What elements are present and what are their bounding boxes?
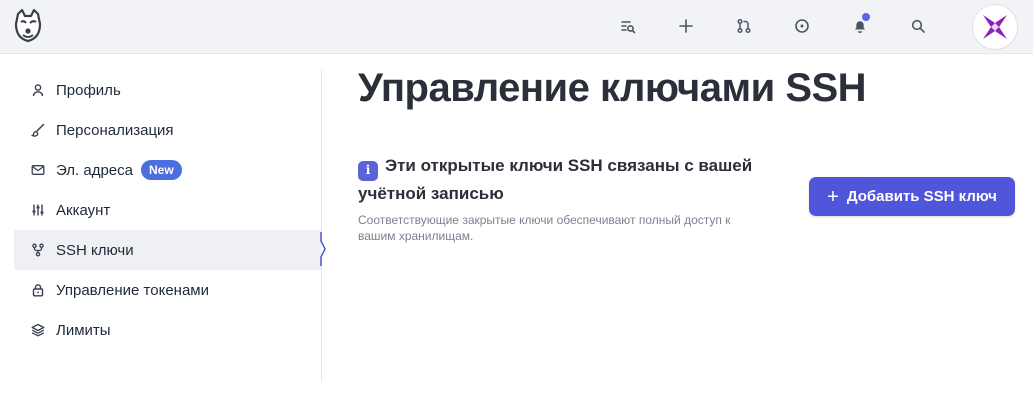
ssh-keys-info: i Эти открытые ключи SSH связаны с вашей … [358,153,768,244]
git-pull-request-icon [737,18,751,34]
sidebar-item-account[interactable]: Аккаунт [14,190,322,230]
sidebar-item-profile[interactable]: Профиль [14,70,322,110]
sidebar-item-label: Профиль [56,81,121,99]
settings-sidebar: Профиль Персонализация Эл. адреса New Ак… [14,70,322,350]
user-avatar[interactable] [972,4,1018,50]
sidebar-divider [321,70,322,382]
search-icon [911,19,925,33]
dog-logo-icon[interactable] [12,8,44,44]
add-ssh-key-button[interactable]: + Добавить SSH ключ [809,177,1015,216]
info-description: Соответствующие закрытые ключи обеспечив… [358,212,731,243]
search-button[interactable] [902,10,934,42]
purple-star-avatar [983,15,1007,39]
new-badge: New [141,160,182,180]
sidebar-item-label: Лимиты [56,321,111,339]
notification-dot [862,13,870,21]
page-title: Управление ключами SSH [358,66,867,110]
info-title-text: Эти открытые ключи SSH связаны с вашей у… [358,156,753,203]
pull-requests-button[interactable] [728,10,760,42]
info-icon: i [358,160,378,181]
layers-icon [30,322,46,338]
lock-icon [30,282,46,298]
sidebar-item-limits[interactable]: Лимиты [14,310,322,350]
list-search-button[interactable] [612,10,644,42]
sidebar-item-label: SSH ключи [56,241,134,259]
brush-icon [30,122,46,138]
issues-button[interactable] [786,10,818,42]
sidebar-item-label: Эл. адреса [56,161,133,179]
info-heading: i Эти открытые ключи SSH связаны с вашей … [358,153,768,206]
mail-icon [30,162,46,178]
sidebar-item-ssh-keys[interactable]: SSH ключи [14,230,322,270]
list-search-icon [621,21,636,34]
git-fork-icon [30,242,46,258]
sidebar-item-label: Персонализация [56,121,174,139]
sidebar-item-personalization[interactable]: Персонализация [14,110,322,150]
user-icon [30,82,46,98]
plus-icon [679,19,693,33]
notifications-button[interactable] [844,10,876,42]
create-button[interactable] [670,10,702,42]
sliders-icon [30,202,46,218]
sidebar-item-label: Управление токенами [56,281,209,299]
add-ssh-key-label: Добавить SSH ключ [846,188,997,205]
plus-icon: + [827,185,839,208]
active-item-indicator [320,232,326,266]
circle-dot-icon [795,19,809,33]
top-navigation-bar [0,0,1033,54]
sidebar-item-label: Аккаунт [56,201,111,219]
sidebar-item-token-management[interactable]: Управление токенами [14,270,322,310]
sidebar-item-emails[interactable]: Эл. адреса New [14,150,322,190]
